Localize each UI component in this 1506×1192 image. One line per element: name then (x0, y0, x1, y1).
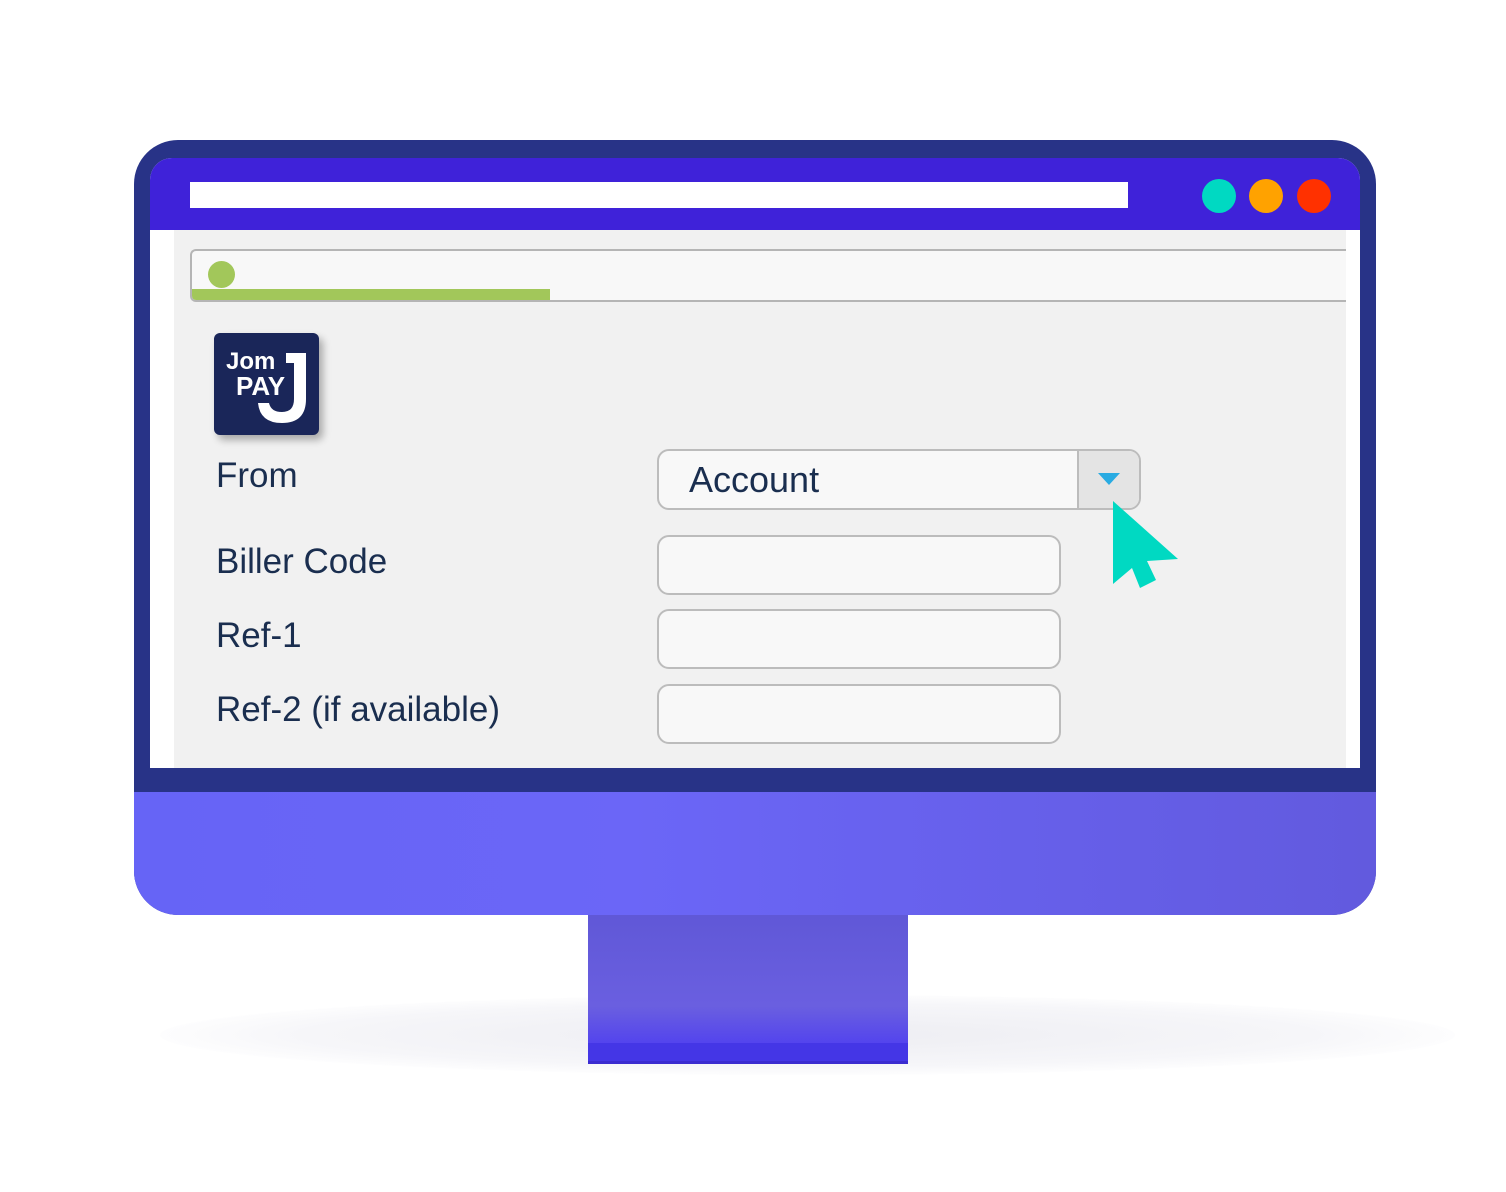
from-account-value: Account (689, 459, 820, 500)
maximize-button[interactable] (1249, 179, 1283, 213)
address-bar[interactable] (190, 182, 1128, 208)
monitor-stand (588, 905, 908, 1050)
title-bar (150, 158, 1360, 230)
biller-code-label: Biller Code (216, 542, 388, 581)
browser-window: Jom PAY From Account Biller Code Ref-1 R… (150, 158, 1360, 768)
ref1-label: Ref-1 (216, 616, 302, 655)
monitor-stand-base (588, 1043, 908, 1064)
jompay-logo-graphic: Jom PAY (226, 348, 306, 423)
chevron-down-icon (1098, 473, 1120, 485)
from-account-select[interactable]: Account (657, 449, 1141, 510)
minimize-button[interactable] (1202, 179, 1236, 213)
logo-text-pay: PAY (236, 371, 285, 401)
mouse-cursor-icon (1113, 501, 1178, 588)
close-button[interactable] (1297, 179, 1331, 213)
ref2-input[interactable] (657, 684, 1061, 744)
monitor-chin (134, 792, 1376, 915)
jompay-logo: Jom PAY (214, 333, 319, 435)
ref1-input[interactable] (657, 609, 1061, 669)
progress-indicator (190, 249, 1346, 302)
ref2-label: Ref-2 (if available) (216, 690, 500, 729)
monitor: Jom PAY From Account Biller Code Ref-1 R… (134, 140, 1376, 915)
from-label: From (216, 456, 298, 495)
progress-step-dot (208, 261, 235, 288)
biller-code-input[interactable] (657, 535, 1061, 595)
progress-bar-fill (192, 289, 550, 300)
